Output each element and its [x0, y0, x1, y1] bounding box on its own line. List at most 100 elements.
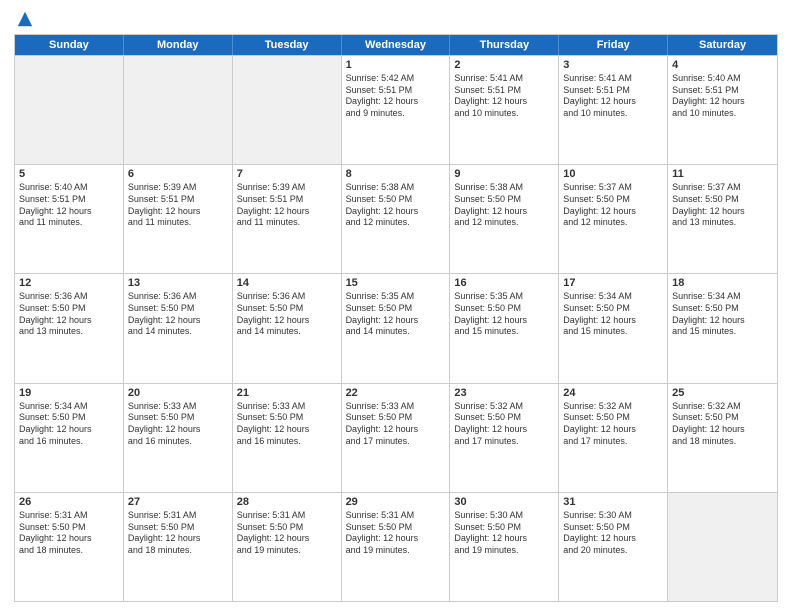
empty-cell-0-0 [15, 56, 124, 164]
cell-info-line: Sunset: 5:50 PM [237, 303, 337, 315]
day-number: 27 [128, 496, 228, 508]
cell-info-line: Sunset: 5:50 PM [672, 194, 773, 206]
cell-info-line: Daylight: 12 hours [346, 315, 446, 327]
cell-info-line: Daylight: 12 hours [454, 96, 554, 108]
cell-info-line: Daylight: 12 hours [346, 424, 446, 436]
calendar-row-2: 12Sunrise: 5:36 AMSunset: 5:50 PMDayligh… [15, 273, 777, 382]
day-cell-24: 24Sunrise: 5:32 AMSunset: 5:50 PMDayligh… [559, 384, 668, 492]
day-cell-30: 30Sunrise: 5:30 AMSunset: 5:50 PMDayligh… [450, 493, 559, 601]
cell-info-line: Sunset: 5:50 PM [563, 194, 663, 206]
weekday-header-monday: Monday [124, 35, 233, 55]
cell-info-line: Daylight: 12 hours [346, 96, 446, 108]
day-cell-21: 21Sunrise: 5:33 AMSunset: 5:50 PMDayligh… [233, 384, 342, 492]
cell-info-line: and 13 minutes. [19, 326, 119, 338]
cell-info-line: Sunset: 5:51 PM [563, 85, 663, 97]
cell-info-line: Sunrise: 5:32 AM [563, 401, 663, 413]
calendar-body: 1Sunrise: 5:42 AMSunset: 5:51 PMDaylight… [15, 55, 777, 601]
cell-info-line: and 11 minutes. [19, 217, 119, 229]
day-number: 11 [672, 168, 773, 180]
cell-info-line: Sunrise: 5:41 AM [454, 73, 554, 85]
cell-info-line: Sunset: 5:50 PM [19, 522, 119, 534]
day-cell-27: 27Sunrise: 5:31 AMSunset: 5:50 PMDayligh… [124, 493, 233, 601]
cell-info-line: Daylight: 12 hours [237, 533, 337, 545]
weekday-header-tuesday: Tuesday [233, 35, 342, 55]
cell-info-line: Daylight: 12 hours [346, 533, 446, 545]
cell-info-line: Daylight: 12 hours [454, 206, 554, 218]
day-number: 4 [672, 59, 773, 71]
day-number: 19 [19, 387, 119, 399]
cell-info-line: Sunrise: 5:38 AM [346, 182, 446, 194]
day-cell-7: 7Sunrise: 5:39 AMSunset: 5:51 PMDaylight… [233, 165, 342, 273]
cell-info-line: Sunrise: 5:31 AM [128, 510, 228, 522]
cell-info-line: Sunrise: 5:33 AM [346, 401, 446, 413]
cell-info-line: Sunset: 5:50 PM [19, 412, 119, 424]
cell-info-line: and 14 minutes. [346, 326, 446, 338]
day-number: 30 [454, 496, 554, 508]
cell-info-line: and 20 minutes. [563, 545, 663, 557]
cell-info-line: Sunset: 5:50 PM [128, 303, 228, 315]
day-number: 6 [128, 168, 228, 180]
cell-info-line: and 15 minutes. [672, 326, 773, 338]
cell-info-line: Sunset: 5:50 PM [237, 522, 337, 534]
cell-info-line: Sunset: 5:50 PM [128, 412, 228, 424]
cell-info-line: Sunset: 5:50 PM [454, 522, 554, 534]
day-cell-4: 4Sunrise: 5:40 AMSunset: 5:51 PMDaylight… [668, 56, 777, 164]
day-number: 21 [237, 387, 337, 399]
cell-info-line: and 13 minutes. [672, 217, 773, 229]
day-number: 13 [128, 277, 228, 289]
cell-info-line: Daylight: 12 hours [672, 96, 773, 108]
cell-info-line: Sunset: 5:50 PM [454, 303, 554, 315]
cell-info-line: Sunrise: 5:37 AM [672, 182, 773, 194]
cell-info-line: Sunset: 5:51 PM [128, 194, 228, 206]
cell-info-line: Sunset: 5:51 PM [346, 85, 446, 97]
cell-info-line: and 14 minutes. [128, 326, 228, 338]
cell-info-line: and 15 minutes. [563, 326, 663, 338]
day-number: 16 [454, 277, 554, 289]
day-cell-16: 16Sunrise: 5:35 AMSunset: 5:50 PMDayligh… [450, 274, 559, 382]
day-number: 9 [454, 168, 554, 180]
cell-info-line: Daylight: 12 hours [128, 206, 228, 218]
day-number: 31 [563, 496, 663, 508]
cell-info-line: Daylight: 12 hours [237, 206, 337, 218]
cell-info-line: Sunrise: 5:33 AM [237, 401, 337, 413]
day-cell-3: 3Sunrise: 5:41 AMSunset: 5:51 PMDaylight… [559, 56, 668, 164]
day-number: 18 [672, 277, 773, 289]
day-cell-28: 28Sunrise: 5:31 AMSunset: 5:50 PMDayligh… [233, 493, 342, 601]
day-cell-1: 1Sunrise: 5:42 AMSunset: 5:51 PMDaylight… [342, 56, 451, 164]
cell-info-line: Daylight: 12 hours [454, 424, 554, 436]
cell-info-line: Sunset: 5:50 PM [563, 412, 663, 424]
cell-info-line: Sunrise: 5:30 AM [563, 510, 663, 522]
cell-info-line: and 17 minutes. [454, 436, 554, 448]
day-number: 23 [454, 387, 554, 399]
logo-icon [16, 10, 34, 28]
header [14, 10, 778, 28]
cell-info-line: Daylight: 12 hours [346, 206, 446, 218]
day-cell-26: 26Sunrise: 5:31 AMSunset: 5:50 PMDayligh… [15, 493, 124, 601]
day-cell-8: 8Sunrise: 5:38 AMSunset: 5:50 PMDaylight… [342, 165, 451, 273]
day-cell-17: 17Sunrise: 5:34 AMSunset: 5:50 PMDayligh… [559, 274, 668, 382]
cell-info-line: Sunrise: 5:42 AM [346, 73, 446, 85]
day-number: 7 [237, 168, 337, 180]
cell-info-line: Sunrise: 5:40 AM [672, 73, 773, 85]
day-cell-9: 9Sunrise: 5:38 AMSunset: 5:50 PMDaylight… [450, 165, 559, 273]
cell-info-line: Sunrise: 5:33 AM [128, 401, 228, 413]
cell-info-line: and 12 minutes. [346, 217, 446, 229]
cell-info-line: and 10 minutes. [454, 108, 554, 120]
cell-info-line: Sunrise: 5:37 AM [563, 182, 663, 194]
cell-info-line: Daylight: 12 hours [672, 206, 773, 218]
cell-info-line: and 16 minutes. [128, 436, 228, 448]
cell-info-line: Sunset: 5:50 PM [563, 522, 663, 534]
cell-info-line: Daylight: 12 hours [19, 424, 119, 436]
cell-info-line: Sunset: 5:50 PM [346, 194, 446, 206]
cell-info-line: Sunset: 5:50 PM [454, 194, 554, 206]
cell-info-line: Daylight: 12 hours [19, 206, 119, 218]
weekday-header-thursday: Thursday [450, 35, 559, 55]
day-cell-13: 13Sunrise: 5:36 AMSunset: 5:50 PMDayligh… [124, 274, 233, 382]
day-number: 25 [672, 387, 773, 399]
cell-info-line: Sunrise: 5:34 AM [563, 291, 663, 303]
day-number: 3 [563, 59, 663, 71]
cell-info-line: Sunset: 5:51 PM [19, 194, 119, 206]
cell-info-line: Sunset: 5:50 PM [346, 522, 446, 534]
cell-info-line: Daylight: 12 hours [128, 533, 228, 545]
cell-info-line: Sunset: 5:51 PM [237, 194, 337, 206]
